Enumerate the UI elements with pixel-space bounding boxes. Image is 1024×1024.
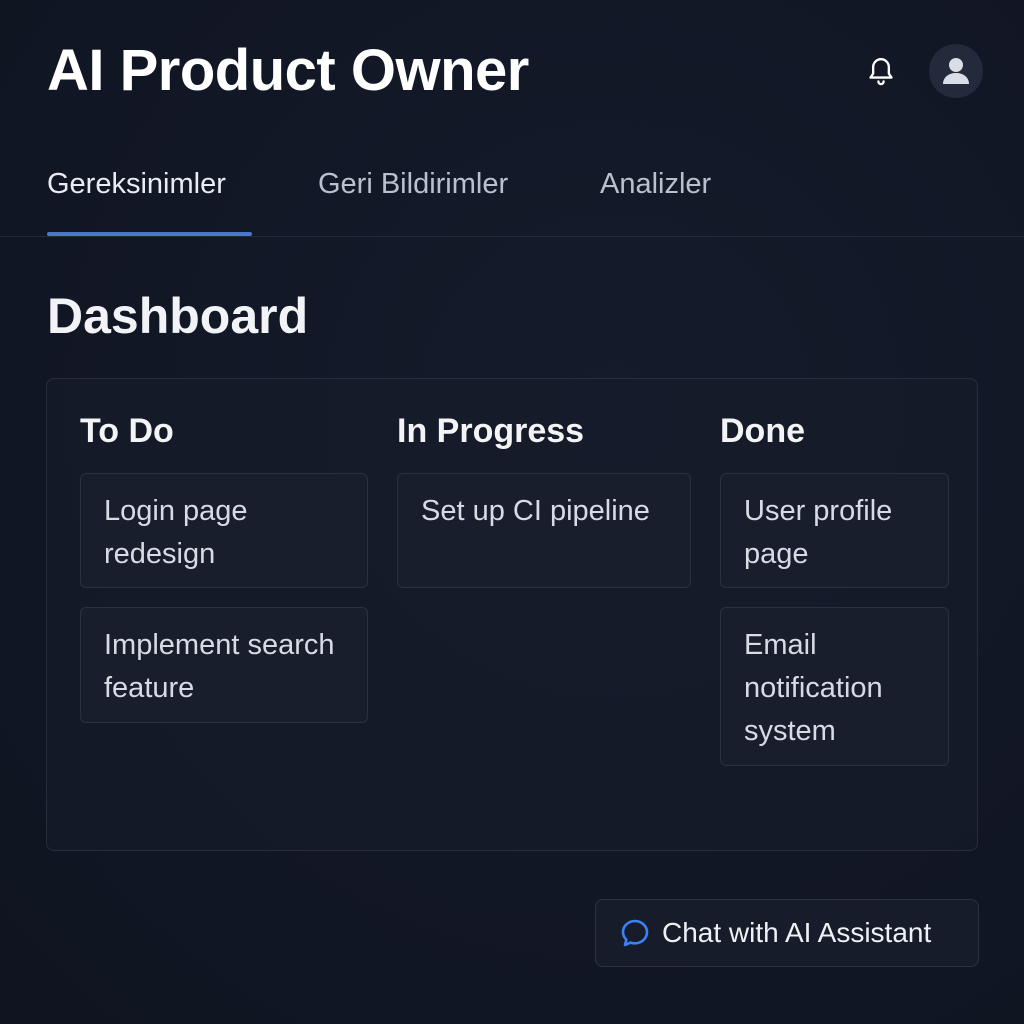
task-card[interactable]: User profile page	[720, 473, 949, 588]
task-card[interactable]: Email notification system	[720, 607, 949, 766]
chat-button-label: Chat with AI Assistant	[662, 917, 932, 948]
column-in-progress: In Progress Set up CI pipeline	[397, 409, 691, 607]
notifications-button[interactable]	[860, 50, 902, 92]
tab-geri-bildirimler[interactable]: Geri Bildirimler	[318, 168, 508, 201]
column-title: Done	[720, 412, 805, 450]
column-done: Done User profile page Email notificatio…	[720, 409, 949, 785]
chat-assistant-button[interactable]: Chat with AI Assistant	[595, 899, 979, 967]
tab-gereksinimler[interactable]: Gereksinimler	[47, 168, 226, 201]
app-root: AI Product Owner Gereksinimler Geri Bild…	[0, 0, 1024, 1024]
chat-bubble-icon	[621, 919, 649, 947]
tab-bar: Gereksinimler Geri Bildirimler Analizler	[0, 160, 1024, 237]
task-card[interactable]: Set up CI pipeline	[397, 473, 691, 588]
task-card[interactable]: Login page redesign	[80, 473, 368, 588]
column-title: To Do	[80, 412, 174, 450]
active-tab-indicator	[47, 232, 252, 236]
bell-icon	[869, 58, 893, 86]
user-avatar-icon	[943, 58, 969, 84]
task-card[interactable]: Implement search feature	[80, 607, 368, 723]
column-todo: To Do Login page redesign Implement sear…	[80, 409, 368, 742]
app-title: AI Product Owner	[47, 38, 529, 103]
kanban-board: To Do Login page redesign Implement sear…	[46, 378, 978, 851]
user-avatar[interactable]	[929, 44, 983, 98]
page-title: Dashboard	[47, 288, 309, 344]
tab-analizler[interactable]: Analizler	[600, 168, 711, 201]
column-title: In Progress	[397, 412, 585, 450]
